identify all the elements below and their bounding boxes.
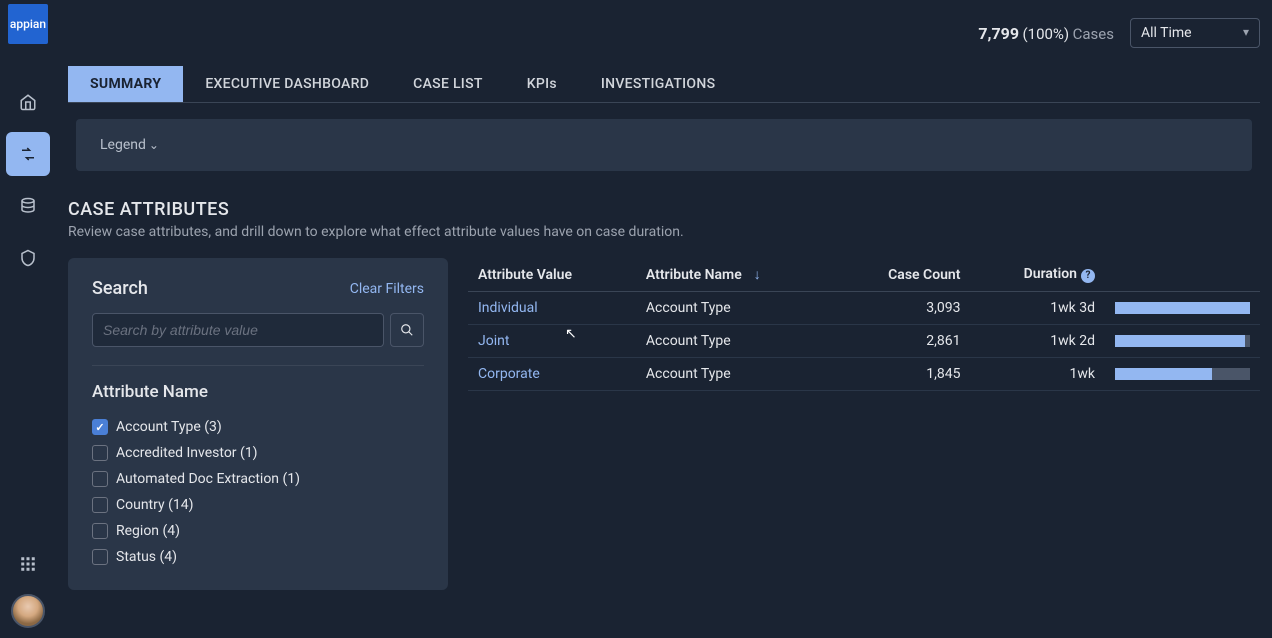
- attribute-value-link[interactable]: Joint: [478, 333, 509, 349]
- case-count-cell: 3,093: [835, 292, 971, 325]
- filter-label: Accredited Investor (1): [116, 445, 258, 461]
- shield-icon[interactable]: [6, 236, 50, 280]
- case-count-percent: (100%): [1023, 25, 1070, 43]
- filter-checkbox-row[interactable]: Country (14): [92, 492, 424, 518]
- filter-label: Account Type (3): [116, 419, 222, 435]
- legend-panel: Legend: [76, 119, 1252, 171]
- help-icon[interactable]: ?: [1081, 269, 1095, 283]
- tab-summary[interactable]: SUMMARY: [68, 66, 183, 102]
- attribute-name-heading: Attribute Name: [92, 382, 424, 402]
- filter-label: Automated Doc Extraction (1): [116, 471, 300, 487]
- case-count-cell: 1,845: [835, 358, 971, 391]
- filter-panel: Search Clear Filters Attribute Name Acco…: [68, 258, 448, 590]
- attribute-value-link[interactable]: Individual: [478, 300, 538, 316]
- col-case-count[interactable]: Case Count: [835, 258, 971, 292]
- attribute-name-cell: Account Type: [636, 325, 835, 358]
- duration-cell: 1wk: [970, 358, 1105, 391]
- case-count-stat: 7,799 (100%) Cases: [978, 24, 1114, 43]
- attribute-table: Attribute Value Attribute Name↓ Case Cou…: [468, 258, 1260, 391]
- checkbox[interactable]: [92, 445, 108, 461]
- table-row: Joint Account Type2,8611wk 2d: [468, 325, 1260, 358]
- filter-checkbox-row[interactable]: Status (4): [92, 544, 424, 570]
- database-icon[interactable]: [6, 184, 50, 228]
- filter-label: Region (4): [116, 523, 180, 539]
- filter-checkbox-row[interactable]: Automated Doc Extraction (1): [92, 466, 424, 492]
- col-duration-bar: [1105, 258, 1260, 292]
- user-avatar[interactable]: [11, 594, 45, 628]
- duration-bar: [1115, 335, 1250, 347]
- case-count-label: Cases: [1073, 25, 1114, 43]
- tab-bar: SUMMARYEXECUTIVE DASHBOARDCASE LISTKPIsI…: [68, 66, 1260, 103]
- duration-cell: 1wk 3d: [970, 292, 1105, 325]
- table-row: Individual Account Type3,0931wk 3d: [468, 292, 1260, 325]
- table-row: Corporate Account Type1,8451wk: [468, 358, 1260, 391]
- section-subtitle: Review case attributes, and drill down t…: [68, 224, 1260, 240]
- duration-cell: 1wk 2d: [970, 325, 1105, 358]
- search-button[interactable]: [390, 313, 424, 347]
- col-attribute-name[interactable]: Attribute Name↓: [636, 258, 835, 292]
- col-attribute-value[interactable]: Attribute Value: [468, 258, 636, 292]
- case-attributes-section: CASE ATTRIBUTES Review case attributes, …: [68, 199, 1260, 590]
- checkbox[interactable]: [92, 523, 108, 539]
- attribute-search-input[interactable]: [92, 313, 384, 347]
- tab-kpis[interactable]: KPIs: [505, 66, 579, 102]
- checkbox[interactable]: [92, 549, 108, 565]
- tab-case-list[interactable]: CASE LIST: [391, 66, 505, 102]
- top-header: 7,799 (100%) Cases All Time: [56, 0, 1272, 48]
- apps-grid-icon[interactable]: [6, 542, 50, 586]
- brand-logo[interactable]: appian: [8, 4, 48, 44]
- col-duration[interactable]: Duration?: [970, 258, 1105, 292]
- section-title: CASE ATTRIBUTES: [68, 199, 1260, 220]
- filter-label: Country (14): [116, 497, 194, 513]
- home-icon[interactable]: [6, 80, 50, 124]
- filter-checkbox-row[interactable]: Account Type (3): [92, 414, 424, 440]
- attribute-value-link[interactable]: Corporate: [478, 366, 540, 382]
- duration-bar: [1115, 302, 1250, 314]
- main-content: 7,799 (100%) Cases All Time SUMMARYEXECU…: [56, 0, 1272, 638]
- case-count-number: 7,799: [978, 24, 1019, 43]
- checkbox[interactable]: [92, 419, 108, 435]
- attribute-name-cell: Account Type: [636, 358, 835, 391]
- timeframe-select[interactable]: All Time: [1130, 18, 1260, 48]
- checkbox[interactable]: [92, 497, 108, 513]
- case-count-cell: 2,861: [835, 325, 971, 358]
- search-icon: [400, 323, 414, 337]
- checkbox[interactable]: [92, 471, 108, 487]
- attribute-table-panel: Attribute Value Attribute Name↓ Case Cou…: [468, 258, 1260, 590]
- attribute-name-cell: Account Type: [636, 292, 835, 325]
- tab-executive-dashboard[interactable]: EXECUTIVE DASHBOARD: [183, 66, 391, 102]
- tab-investigations[interactable]: INVESTIGATIONS: [579, 66, 738, 102]
- clear-filters-link[interactable]: Clear Filters: [350, 281, 424, 297]
- left-nav-rail: appian: [0, 0, 56, 638]
- legend-toggle[interactable]: Legend: [100, 137, 159, 153]
- filter-checkbox-row[interactable]: Accredited Investor (1): [92, 440, 424, 466]
- sort-indicator-icon: ↓: [754, 267, 761, 283]
- duration-bar: [1115, 368, 1250, 380]
- filter-label: Status (4): [116, 549, 177, 565]
- flow-icon[interactable]: [6, 132, 50, 176]
- filter-checkbox-row[interactable]: Region (4): [92, 518, 424, 544]
- search-heading: Search: [92, 278, 148, 299]
